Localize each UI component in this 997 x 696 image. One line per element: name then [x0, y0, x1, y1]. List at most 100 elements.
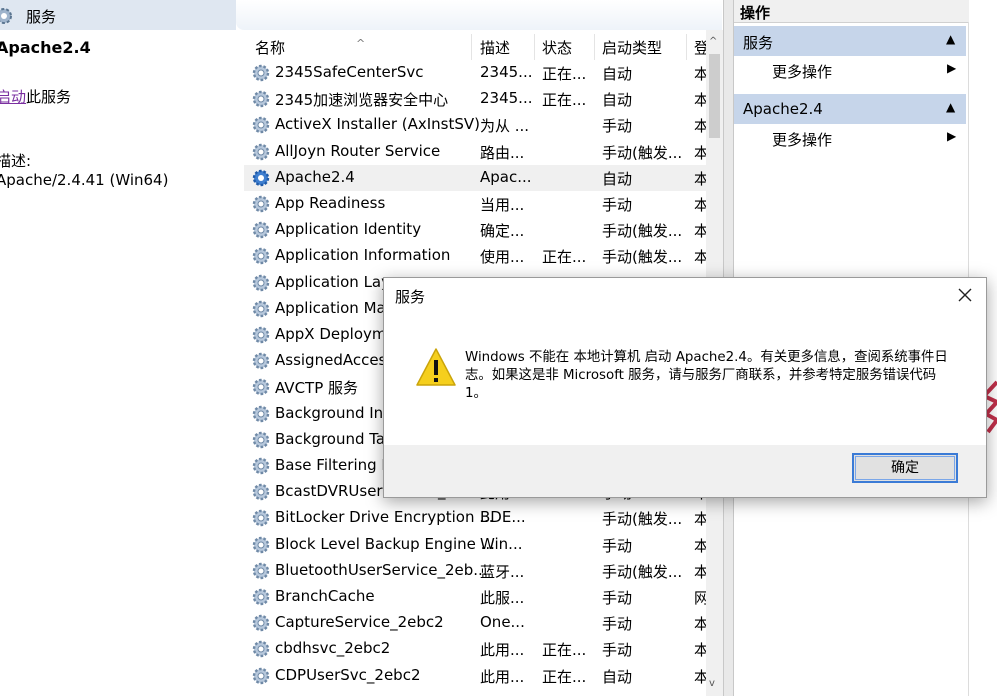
gear-icon	[251, 220, 271, 240]
table-row[interactable]: CaptureService_2ebc2 One... 手动 本	[244, 610, 706, 636]
table-row[interactable]: BranchCache 此服... 手动 网	[244, 584, 706, 610]
selected-service-name: Apache2.4	[0, 38, 91, 57]
actions-section-services[interactable]: 服务 ▲	[734, 26, 966, 56]
service-logon-cell: 网	[694, 589, 706, 607]
dialog-message: Windows 不能在 本地计算机 启动 Apache2.4。有关更多信息，查阅…	[465, 350, 948, 401]
service-status-cell: 正在...	[542, 641, 587, 660]
service-name-cell: CaptureService_2ebc2	[275, 613, 444, 632]
gear-icon	[251, 430, 271, 450]
service-name-cell: BranchCache	[275, 587, 375, 605]
more-actions-item[interactable]: 更多操作 ▶	[734, 58, 966, 84]
service-desc-cell: Win...	[480, 534, 523, 553]
service-name-cell: Apache2.4	[275, 167, 355, 186]
table-row[interactable]: BitLocker Drive Encryption ... BDE... 手动(触…	[244, 505, 706, 531]
table-row[interactable]: Block Level Backup Engine ... Win... 手动 本	[244, 532, 706, 558]
service-desc-cell: 此服...	[480, 589, 525, 607]
gear-icon	[251, 168, 271, 188]
column-header-logon[interactable]: 登	[694, 37, 706, 58]
gear-icon	[251, 639, 271, 659]
chevron-right-icon: ▶	[947, 61, 957, 75]
service-logon-cell: 本	[694, 143, 706, 162]
table-row[interactable]: Application Identity 确定... 手动(触发... 本	[244, 217, 706, 243]
service-name-cell: Application Laye	[275, 272, 400, 291]
table-row[interactable]: 2345SafeCenterSvc 2345... 正在... 自动 本	[244, 60, 706, 86]
scroll-down-icon[interactable]: v	[709, 678, 715, 689]
service-desc-cell: 确定...	[480, 222, 525, 241]
service-name-cell: BluetoothUserService_2eb...	[275, 560, 488, 579]
column-divider[interactable]	[594, 34, 595, 60]
start-service-line: 启动此服务	[0, 86, 71, 107]
column-divider[interactable]	[471, 34, 472, 60]
section-label: Apache2.4	[743, 100, 823, 118]
table-row[interactable]: ActiveX Installer (AxInstSV) 为从 ... 手动 本	[244, 112, 706, 138]
table-row[interactable]: App Readiness 当用... 手动 本	[244, 191, 706, 217]
ok-button[interactable]: 确定	[852, 453, 958, 483]
service-name-cell: CDPUserSvc_2ebc2	[275, 665, 421, 684]
service-logon-cell: 本	[694, 667, 706, 686]
service-logon-cell: 本	[694, 169, 706, 188]
column-header-startup[interactable]: 启动类型	[602, 37, 662, 58]
list-header: ^ 名称 描述 状态 启动类型 登	[244, 30, 706, 60]
service-desc-cell: 使用...	[480, 248, 525, 267]
service-startup-cell: 手动	[602, 196, 633, 214]
service-desc-cell: 此用...	[480, 641, 525, 660]
table-row[interactable]: 2345加速浏览器安全中心 2345... 正在... 自动 本	[244, 86, 706, 112]
scrollbar-thumb[interactable]	[709, 54, 720, 138]
gear-icon	[251, 273, 271, 293]
start-service-link[interactable]: 启动	[0, 88, 26, 106]
service-startup-cell: 自动	[602, 169, 633, 188]
service-startup-cell: 手动(触发...	[602, 510, 683, 529]
gear-icon	[251, 63, 271, 83]
table-row[interactable]: AllJoyn Router Service 路由... 手动(触发... 本	[244, 139, 706, 165]
actions-section-apache[interactable]: Apache2.4 ▲	[734, 94, 966, 124]
service-logon-cell: 本	[694, 562, 706, 581]
table-row[interactable]: cbdhsvc_2ebc2 此用... 正在... 手动 本	[244, 636, 706, 662]
actions-title-bar: 操作	[734, 0, 969, 23]
service-name-cell: App Readiness	[275, 194, 386, 212]
service-name-cell: Application Identity	[275, 220, 422, 239]
close-icon[interactable]	[954, 284, 976, 306]
more-actions-label: 更多操作	[772, 131, 833, 149]
service-logon-cell: 本	[694, 196, 706, 214]
column-header-status[interactable]: 状态	[542, 37, 572, 58]
service-desc-cell: 此用...	[480, 667, 525, 686]
service-name-cell: AVCTP 服务	[275, 379, 359, 398]
service-desc-cell: 当用...	[480, 196, 525, 214]
service-status-cell: 正在...	[542, 248, 587, 267]
service-desc-cell: 2345...	[480, 89, 533, 108]
column-divider[interactable]	[534, 34, 535, 60]
service-name-cell: 2345SafeCenterSvc	[275, 63, 424, 81]
service-startup-cell: 手动(触发...	[602, 222, 683, 241]
service-name-cell: Background Tas	[275, 429, 393, 448]
service-name-cell: cbdhsvc_2ebc2	[275, 639, 391, 658]
service-logon-cell: 本	[694, 615, 706, 634]
service-logon-cell: 本	[694, 536, 706, 555]
more-actions-item[interactable]: 更多操作 ▶	[734, 126, 966, 152]
collapse-up-icon[interactable]: ▲	[946, 32, 955, 46]
column-header-name[interactable]: 名称	[255, 37, 285, 58]
gear-icon	[251, 535, 271, 555]
service-name-cell: 2345加速浏览器安全中心	[275, 91, 449, 110]
gear-icon	[251, 246, 271, 266]
description-value: Apache/2.4.41 (Win64)	[0, 171, 169, 189]
service-desc-cell: 为从 ...	[480, 117, 530, 136]
column-divider[interactable]	[686, 34, 687, 60]
scroll-up-icon[interactable]: ^	[709, 36, 717, 47]
table-row[interactable]: Application Information 使用... 正在... 手动(触发..…	[244, 243, 706, 269]
service-name-cell: Application Information	[275, 246, 451, 265]
chevron-right-icon: ▶	[947, 129, 957, 143]
dialog-title: 服务	[395, 288, 426, 306]
service-startup-cell: 手动(触发...	[602, 143, 683, 162]
table-row[interactable]: Apache2.4 Apac... 自动 本	[244, 164, 706, 191]
table-row[interactable]: CDPUserSvc_2ebc2 此用... 正在... 自动 本	[244, 663, 706, 689]
table-row[interactable]: BluetoothUserService_2eb... 蓝牙... 手动(触发...…	[244, 558, 706, 584]
collapse-up-icon[interactable]: ▲	[946, 100, 955, 114]
column-header-desc[interactable]: 描述	[480, 37, 510, 58]
service-logon-cell: 本	[694, 65, 706, 83]
service-logon-cell: 本	[694, 641, 706, 660]
gear-icon	[251, 377, 271, 397]
gear-icon	[251, 194, 271, 214]
service-desc-cell: 2345...	[480, 63, 533, 81]
service-startup-cell: 手动	[602, 615, 633, 634]
service-desc-cell: One...	[480, 613, 525, 632]
